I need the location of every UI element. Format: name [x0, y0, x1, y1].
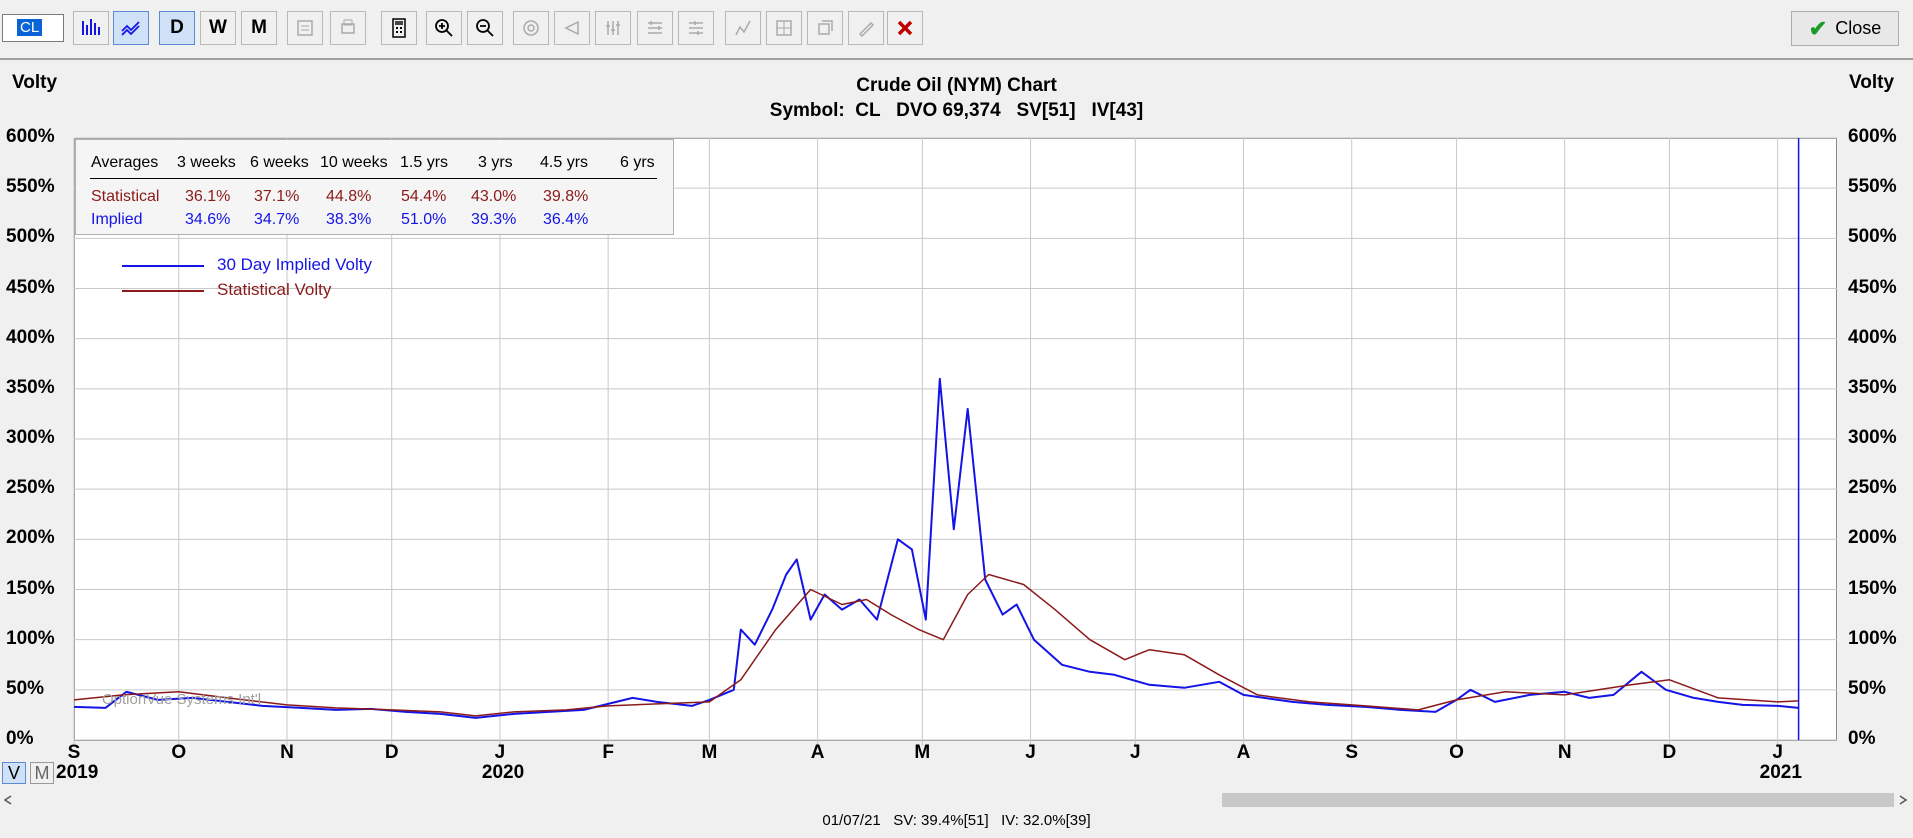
y-tick-label-left: 500% — [6, 226, 55, 248]
implied-row-label: Implied — [91, 211, 143, 228]
y-tick-label-right: 100% — [1848, 627, 1897, 649]
y-tick-label-left: 300% — [6, 427, 55, 448]
x-tick-label: D — [384, 742, 399, 763]
y-tick-label-left: 150% — [6, 577, 55, 599]
y-tick-label-left: 600% — [6, 126, 55, 147]
statistical-value: 43.0% — [471, 188, 517, 205]
averages-header: 6 weeks — [250, 154, 309, 171]
implied-value: 36.4% — [543, 211, 589, 228]
view-v-toggle[interactable]: V — [2, 762, 26, 784]
status-bar: 01/07/21 SV: 39.4%[51] IV: 32.0%[39] — [822, 812, 1091, 829]
x-tick-label: M — [701, 742, 718, 763]
statistical-value: 37.1% — [254, 188, 300, 205]
scroll-right-icon[interactable] — [1898, 795, 1908, 805]
y-tick-label-right: 500% — [1848, 226, 1897, 248]
averages-header: 6 yrs — [620, 154, 655, 171]
y-tick-label-right: 400% — [1848, 326, 1897, 348]
x-tick-label: N — [1557, 742, 1572, 763]
y-tick-label-right: 200% — [1848, 527, 1897, 549]
x-tick-label: N — [280, 742, 294, 763]
x-year-label: 2021 — [1759, 762, 1802, 783]
x-tick-label: S — [67, 742, 81, 763]
x-tick-label: A — [810, 742, 825, 763]
x-tick-label: S — [1345, 742, 1359, 763]
y-tick-label-left: 0% — [6, 728, 34, 749]
y-tick-label-right: 150% — [1848, 577, 1897, 599]
implied-value: 38.3% — [326, 211, 372, 228]
legend-implied-swatch — [122, 265, 204, 267]
y-tick-label-right: 50% — [1848, 677, 1887, 699]
x-tick-label: J — [1025, 742, 1036, 763]
legend-statistical-label: Statistical Volty — [217, 280, 332, 299]
y-tick-label-left: 550% — [6, 176, 55, 198]
volatility-chart — [73, 137, 1837, 746]
implied-value: 34.6% — [185, 211, 231, 228]
x-tick-label: O — [171, 742, 187, 763]
y-tick-label-left: 400% — [6, 326, 55, 348]
x-tick-label: A — [1236, 742, 1251, 763]
averages-header: Averages — [91, 154, 159, 171]
scrollbar-thumb[interactable] — [1222, 793, 1894, 807]
x-tick-label: J — [1772, 742, 1783, 763]
averages-header: 10 weeks — [320, 154, 388, 171]
y-tick-label-right: 250% — [1848, 477, 1897, 499]
statistical-value: 36.1% — [185, 188, 231, 205]
statistical-value: 54.4% — [401, 188, 447, 205]
averages-divider — [90, 178, 657, 179]
x-year-label: 2019 — [56, 762, 99, 783]
x-tick-label: J — [1129, 742, 1141, 763]
implied-volatility-line — [73, 377, 1799, 719]
y-tick-label-left: 250% — [6, 477, 55, 499]
x-tick-label: O — [1449, 742, 1464, 763]
legend-implied-label: 30 Day Implied Volty — [217, 255, 372, 274]
averages-header: 3 yrs — [478, 154, 513, 171]
implied-value: 39.3% — [471, 211, 517, 228]
y-tick-label-left: 50% — [6, 677, 45, 699]
averages-header: 4.5 yrs — [540, 154, 589, 171]
statistical-value: 39.8% — [543, 188, 589, 205]
averages-header: 1.5 yrs — [400, 154, 449, 171]
y-tick-label-right: 450% — [1848, 276, 1897, 298]
implied-value: 34.7% — [254, 211, 300, 228]
scroll-left-icon[interactable] — [3, 795, 13, 805]
statistical-value: 44.8% — [326, 188, 372, 205]
statistical-row-label: Statistical — [91, 188, 160, 205]
y-tick-label-right: 350% — [1848, 376, 1897, 398]
implied-value: 51.0% — [401, 211, 447, 228]
x-year-label: 2020 — [481, 762, 525, 783]
x-tick-label: F — [602, 742, 614, 763]
averages-header: 3 weeks — [177, 154, 236, 171]
y-tick-label-right: 300% — [1848, 427, 1897, 448]
view-m-toggle[interactable]: M — [30, 762, 54, 784]
y-tick-label-left: 200% — [6, 527, 55, 549]
y-tick-label-left: 450% — [6, 276, 55, 298]
y-tick-label-right: 600% — [1848, 126, 1897, 147]
y-tick-label-left: 350% — [6, 376, 55, 398]
watermark: OptionVue Systems Int'l — [102, 691, 262, 708]
y-tick-label-right: 0% — [1848, 728, 1876, 749]
legend-statistical-swatch — [122, 290, 204, 292]
averages-table: Averages 3 weeks 6 weeks 10 weeks 1.5 yr… — [75, 139, 674, 235]
y-tick-label-left: 100% — [6, 627, 55, 649]
x-tick-label: J — [494, 742, 506, 763]
x-tick-label: D — [1662, 742, 1677, 763]
y-tick-label-right: 550% — [1848, 176, 1897, 198]
x-tick-label: M — [914, 742, 931, 763]
